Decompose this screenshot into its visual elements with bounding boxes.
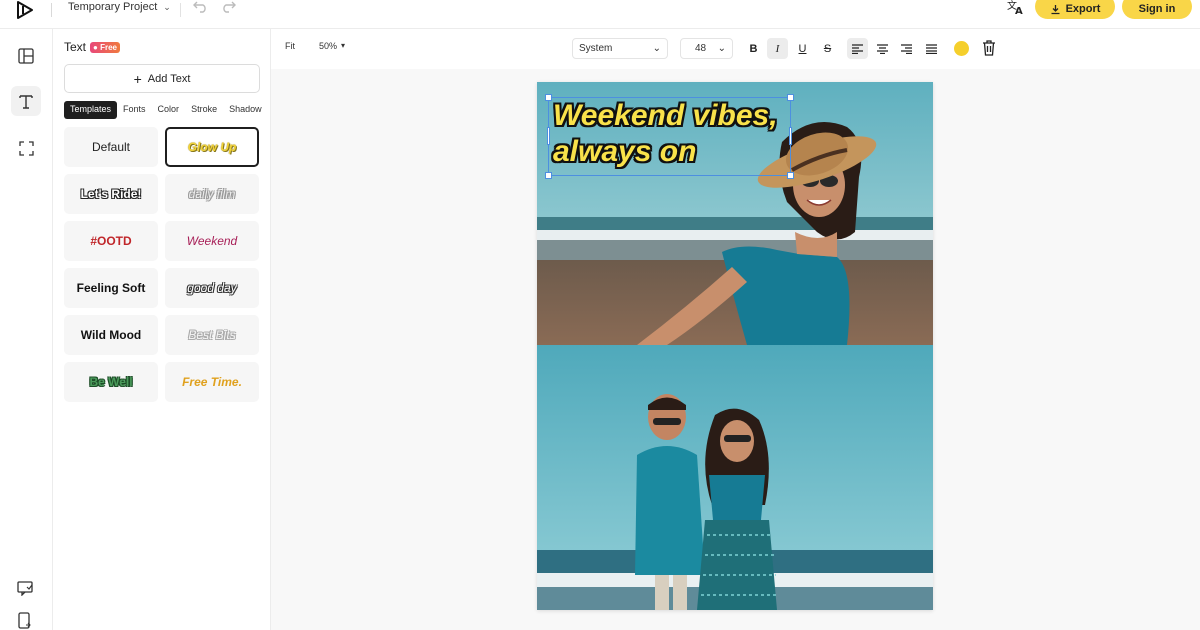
template-label: Default — [91, 140, 131, 154]
template-label: #OOTD — [90, 234, 132, 248]
template-label: Be Well — [89, 375, 133, 389]
font-family-value: System — [579, 43, 613, 54]
align-center-button[interactable] — [872, 38, 893, 59]
mobile-icon[interactable] — [17, 612, 32, 629]
template-grid: Default Glow Up Let's Ride! daily film #… — [64, 127, 260, 402]
template-label: good day — [187, 281, 237, 295]
template-be-well[interactable]: Be Well — [64, 362, 158, 402]
rail-item-resize[interactable] — [11, 133, 41, 163]
text-toolbar: Fit 50% ▾ System ⌄ 48 ⌄ B I U S — [271, 29, 1200, 69]
text-color-swatch[interactable] — [954, 41, 969, 56]
free-badge: ● Free — [90, 41, 120, 53]
align-justify-button[interactable] — [921, 38, 942, 59]
align-justify-icon — [926, 43, 937, 54]
font-family-select[interactable]: System ⌄ — [572, 38, 668, 59]
beach-photo-couple[interactable] — [537, 345, 933, 610]
zoom-select[interactable]: 50% ▾ — [319, 41, 345, 51]
translate-icon[interactable]: 文 A — [1006, 0, 1026, 16]
text-panel: Text ● Free + Add Text Templates Fonts C… — [53, 29, 271, 630]
sign-in-button[interactable]: Sign in — [1122, 0, 1192, 19]
tab-color[interactable]: Color — [152, 101, 186, 119]
chevron-down-icon: ⌄ — [163, 1, 171, 12]
font-size-select[interactable]: 48 ⌄ — [680, 38, 733, 59]
align-right-button[interactable] — [896, 38, 917, 59]
template-feeling-soft[interactable]: Feeling Soft — [64, 268, 158, 308]
template-wild-mood[interactable]: Wild Mood — [64, 315, 158, 355]
left-rail — [0, 29, 53, 630]
template-ootd[interactable]: #OOTD — [64, 221, 158, 261]
plus-icon: + — [133, 70, 142, 87]
fit-button[interactable]: Fit — [285, 41, 295, 51]
canvas-headline-text[interactable]: Weekend vibes, always on — [553, 98, 813, 170]
svg-text:A: A — [1015, 6, 1023, 16]
tab-templates[interactable]: Templates — [64, 101, 118, 119]
tab-stroke[interactable]: Stroke — [185, 101, 223, 119]
download-icon — [1051, 4, 1060, 14]
template-lets-ride[interactable]: Let's Ride! — [64, 174, 158, 214]
project-name: Temporary Project — [68, 1, 158, 13]
logo-icon[interactable] — [14, 0, 36, 20]
template-label: Best Bits — [188, 328, 236, 342]
resize-icon — [18, 140, 34, 156]
tab-shadow[interactable]: Shadow — [223, 101, 268, 119]
sign-in-label: Sign in — [1138, 3, 1176, 15]
artboard[interactable]: Weekend vibes, always on — [537, 82, 933, 610]
chevron-down-icon: ⌄ — [652, 43, 661, 54]
template-label: Glow Up — [187, 140, 237, 154]
template-label: Weekend — [186, 234, 238, 248]
divider — [51, 3, 52, 17]
bold-button[interactable]: B — [743, 38, 764, 59]
template-good-day[interactable]: good day — [165, 268, 259, 308]
strikethrough-button[interactable]: S — [817, 38, 838, 59]
underline-button[interactable]: U — [792, 38, 813, 59]
divider — [180, 3, 181, 17]
resize-handle[interactable] — [545, 94, 552, 101]
rail-item-text[interactable] — [11, 86, 41, 116]
align-left-button[interactable] — [847, 38, 868, 59]
tab-fonts[interactable]: Fonts — [117, 101, 152, 119]
layout-icon — [18, 48, 34, 64]
align-left-icon — [852, 43, 863, 54]
chevron-down-icon: ▾ — [341, 41, 346, 50]
panel-title: Text ● Free — [64, 40, 120, 54]
export-label: Export — [1065, 3, 1101, 15]
add-text-label: Add Text — [147, 72, 191, 85]
template-label: Feeling Soft — [76, 281, 146, 295]
template-label: Free Time. — [182, 375, 242, 389]
template-label: daily film — [188, 187, 236, 201]
template-label: Wild Mood — [80, 328, 142, 342]
resize-handle[interactable] — [545, 172, 552, 179]
feedback-icon[interactable] — [17, 581, 34, 596]
top-bar: Temporary Project ⌄ 文 A Export Sign in — [0, 0, 1200, 29]
panel-tabs: Templates Fonts Color Stroke Shadow — [64, 101, 271, 119]
add-text-button[interactable]: + Add Text — [64, 64, 260, 93]
template-daily-film[interactable]: daily film — [165, 174, 259, 214]
template-free-time[interactable]: Free Time. — [165, 362, 259, 402]
chevron-down-icon: ⌄ — [717, 43, 726, 54]
export-button[interactable]: Export — [1035, 0, 1115, 19]
template-default[interactable]: Default — [64, 127, 158, 167]
italic-button[interactable]: I — [767, 38, 788, 59]
template-label: Let's Ride! — [80, 187, 142, 201]
align-right-icon — [901, 43, 912, 54]
panel-title-text: Text — [64, 40, 87, 54]
canvas-area: Weekend vibes, always on — [271, 69, 1200, 630]
resize-handle[interactable] — [547, 127, 550, 145]
trash-icon[interactable] — [981, 39, 997, 57]
template-weekend[interactable]: Weekend — [165, 221, 259, 261]
project-name-dropdown[interactable]: Temporary Project ⌄ — [68, 0, 171, 14]
text-icon — [19, 94, 33, 109]
zoom-value: 50% — [319, 41, 338, 51]
undo-icon[interactable] — [193, 0, 209, 13]
resize-handle[interactable] — [787, 172, 794, 179]
rail-item-layout[interactable] — [11, 41, 41, 71]
font-size-value: 48 — [695, 43, 707, 54]
align-center-icon — [877, 43, 888, 54]
template-glow-up[interactable]: Glow Up — [165, 127, 259, 167]
template-best-bits[interactable]: Best Bits — [165, 315, 259, 355]
free-badge-label: Free — [100, 42, 117, 52]
redo-icon[interactable] — [220, 0, 236, 13]
